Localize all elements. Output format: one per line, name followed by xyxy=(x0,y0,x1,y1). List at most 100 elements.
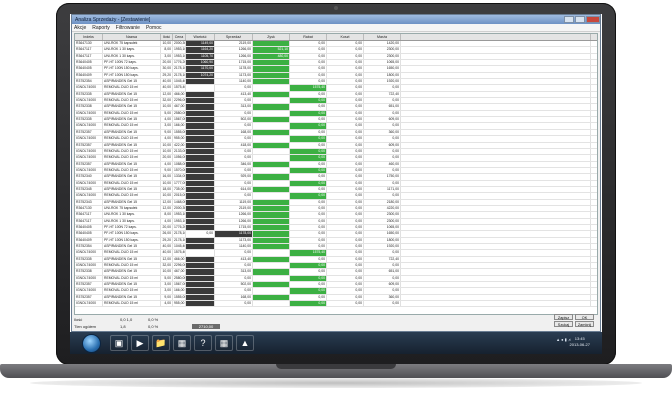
explorer-icon[interactable]: ▣ xyxy=(110,335,128,351)
table-cell xyxy=(186,224,215,231)
table-cell: 8,00 xyxy=(161,47,173,53)
menu-item-filtrowanie[interactable]: Filtrowanie xyxy=(116,25,140,31)
table-cell xyxy=(401,256,591,263)
table-cell xyxy=(401,142,591,148)
table-cell: 609,00 xyxy=(364,117,401,123)
menu-item-akcje[interactable]: Akcje xyxy=(74,25,86,31)
minimize-button[interactable] xyxy=(564,16,574,23)
table-cell: REMOVAL DUO 15 ml xyxy=(103,180,161,186)
table-cell xyxy=(401,41,591,47)
table-cell xyxy=(401,129,591,136)
column-header[interactable]: Marża xyxy=(364,34,401,40)
column-header[interactable]: Wartość xyxy=(186,34,215,40)
column-header[interactable]: Ilość xyxy=(161,34,173,40)
close-window-button[interactable]: Zamknij xyxy=(575,321,594,327)
table-cell: R3752354 xyxy=(75,244,103,250)
start-button[interactable] xyxy=(82,334,101,353)
table-cell: 2178,10 xyxy=(174,231,186,237)
close-button[interactable] xyxy=(586,16,600,23)
column-header[interactable]: Indeks xyxy=(75,34,103,40)
table-cell: 30,00 xyxy=(162,66,173,72)
table-cell: 8,00 xyxy=(161,212,173,218)
table-cell xyxy=(253,91,290,98)
column-header[interactable] xyxy=(401,34,591,40)
column-header[interactable]: Sprzedaż xyxy=(215,34,253,40)
table-cell: 4,00 xyxy=(161,117,173,123)
table-cell: 2133,00 xyxy=(174,148,186,155)
table-cell: 12,00 xyxy=(162,256,173,263)
table-cell: 0,00 xyxy=(364,136,401,142)
column-header[interactable]: Koszt xyxy=(327,34,364,40)
data-grid[interactable]: Indeks Nazwa Ilość Cena Wartość Sprzedaż Zysk R… xyxy=(74,33,598,315)
grid-body: R3647130 UNI-ROK 75 kapsułek 10,00 2000,30 1… xyxy=(75,41,597,308)
clock[interactable]: 13:45 2013-06-27 xyxy=(570,336,590,348)
folder-icon[interactable]: 📁 xyxy=(152,335,170,351)
ok-button[interactable]: OK xyxy=(575,314,594,320)
table-cell: REMOVAL DUO 15 ml xyxy=(103,148,161,155)
maximize-button[interactable] xyxy=(575,16,585,23)
menu-item-pomoc[interactable]: Pomoc xyxy=(146,25,162,31)
table-cell: 1575,40 xyxy=(174,85,186,91)
table-cell xyxy=(253,136,290,142)
table-cell xyxy=(401,155,591,161)
table-cell xyxy=(253,98,290,104)
table-cell: 0,00 xyxy=(290,288,327,294)
table-cell: 166,00 xyxy=(174,123,186,129)
media-icon[interactable]: ▶ xyxy=(131,335,149,351)
table-cell: 0,00 xyxy=(215,123,253,129)
table-cell: 168,00 xyxy=(215,294,253,301)
totals-value: 1,8 xyxy=(120,324,126,329)
table-cell xyxy=(253,155,290,161)
table-cell xyxy=(186,199,215,205)
table-cell xyxy=(253,72,290,79)
file-icon[interactable]: ▦ xyxy=(215,335,233,351)
table-cell xyxy=(401,60,591,66)
table-cell: 609,00 xyxy=(364,142,401,148)
table-cell: 0,00 xyxy=(290,79,327,85)
column-header[interactable]: Cena xyxy=(173,34,186,40)
table-cell: 1650,00 xyxy=(364,66,401,72)
table-cell: REMOVAL DUO 15 ml xyxy=(103,155,161,161)
table-cell xyxy=(401,224,591,231)
table-cell xyxy=(401,199,591,205)
table-cell: 929,00 xyxy=(215,174,253,180)
table-cell: 1555,00 xyxy=(174,129,186,136)
search-button[interactable]: Szukaj xyxy=(554,321,573,327)
table-cell xyxy=(253,85,290,91)
table-cell xyxy=(253,123,290,129)
table-cell: 1575,40 xyxy=(290,85,327,91)
table-cell: 1776,20 xyxy=(174,60,186,66)
table-cell xyxy=(401,269,591,275)
table-cell: REMOVAL DUO 15 ml xyxy=(103,193,161,199)
title-bar[interactable]: Analiza Sprzedaży - [Zestawienie] xyxy=(72,15,600,24)
laptop-screen: Analiza Sprzedaży - [Zestawienie] Akcje … xyxy=(70,14,602,354)
calculator-icon[interactable]: ▦ xyxy=(173,335,191,351)
table-cell: 0,00 xyxy=(327,41,364,47)
table-cell: R3752354 xyxy=(75,79,103,85)
table-cell: 0,00 xyxy=(290,199,327,205)
table-cell: 0,00 xyxy=(364,155,401,161)
table-cell: 0,00 xyxy=(290,174,327,180)
table-cell: 1266,00 xyxy=(215,47,253,53)
menu-item-raporty[interactable]: Raporty xyxy=(92,25,110,31)
table-cell: 20,00 xyxy=(162,60,173,66)
table-cell: 1065,00 xyxy=(364,60,401,66)
table-row[interactable]: IGNOL74000 REMOVAL DUO 15 ml 4,00 955,00 0,0… xyxy=(75,301,597,308)
table-cell: 10,00 xyxy=(162,193,173,199)
save-button[interactable]: Zapisz xyxy=(554,314,573,320)
table-cell xyxy=(401,205,591,212)
table-cell: 2296,00 xyxy=(174,98,186,104)
table-cell: 0,00 xyxy=(327,148,364,155)
table-cell: 0,00 xyxy=(327,85,364,91)
column-header[interactable]: Rabat xyxy=(290,34,327,40)
table-cell: REMOVAL DUO 15 ml xyxy=(103,110,161,117)
table-cell: 0,00 xyxy=(327,244,364,250)
column-header[interactable]: Zysk xyxy=(253,34,290,40)
table-cell: 1065,00 xyxy=(364,224,401,231)
app-icon[interactable]: ▲ xyxy=(236,335,254,351)
table-cell: 1056,00 xyxy=(174,155,186,161)
table-cell: 2000,30 xyxy=(174,205,186,212)
table-cell: R3647117 xyxy=(75,218,103,224)
help-icon[interactable]: ? xyxy=(194,335,212,351)
column-header[interactable]: Nazwa xyxy=(103,34,161,40)
